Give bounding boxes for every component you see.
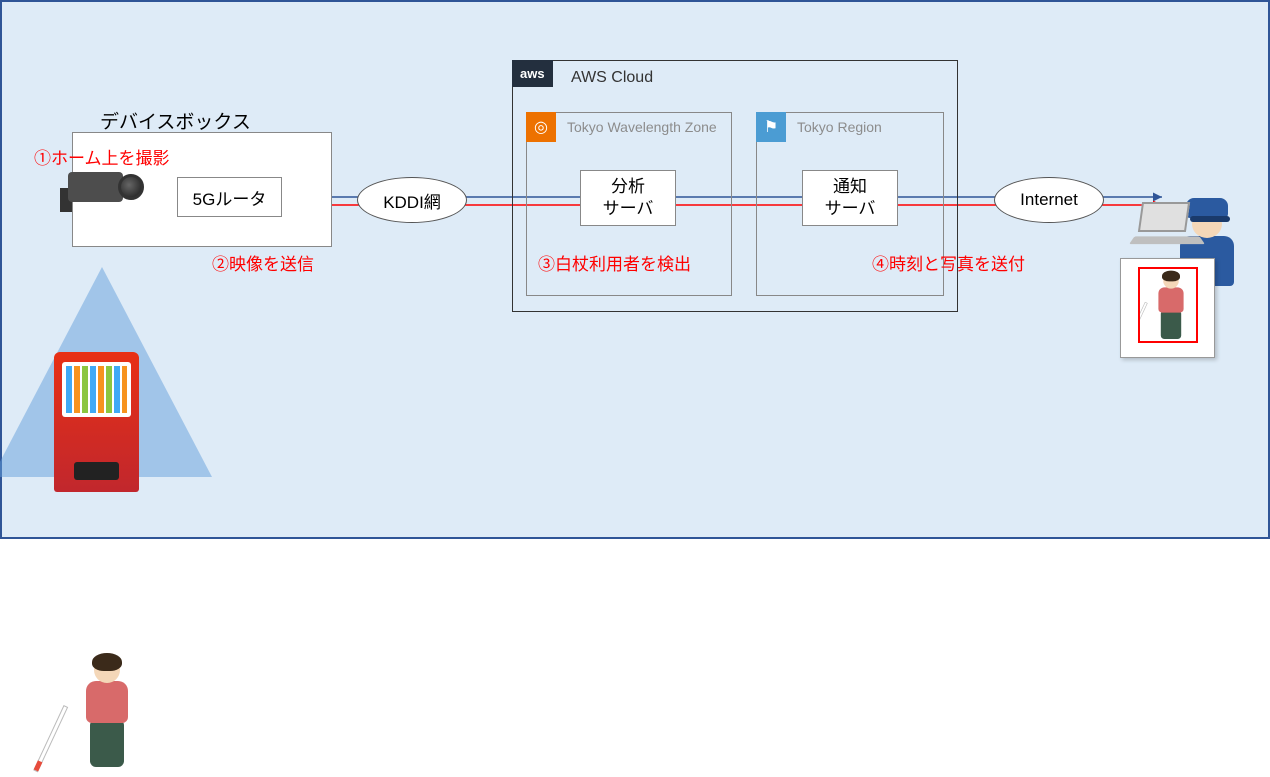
step-4-label: ④時刻と写真を送付	[872, 250, 1025, 275]
aws-logo-icon: aws	[512, 60, 553, 87]
white-cane-user-icon	[72, 657, 142, 777]
vending-machine-icon	[54, 352, 139, 492]
laptop-icon	[1132, 202, 1202, 246]
region-flag-icon: ⚑	[756, 112, 786, 142]
router-box: 5Gルータ	[177, 177, 282, 217]
device-box-title: デバイスボックス	[100, 107, 251, 134]
internet-label: Internet	[1020, 190, 1078, 210]
notify-server-l2: サーバ	[825, 198, 876, 220]
detected-person-icon	[1150, 273, 1192, 343]
router-label: 5Gルータ	[193, 185, 267, 210]
analysis-server: 分析 サーバ	[580, 170, 676, 226]
step-3-label: ③白杖利用者を検出	[538, 250, 691, 275]
camera-icon	[60, 162, 150, 212]
aws-cloud-label: AWS Cloud	[571, 69, 653, 87]
internet-ellipse: Internet	[994, 177, 1104, 223]
architecture-diagram: デバイスボックス ①ホーム上を撮影 5Gルータ ②映像を送信 KDDI網 aws…	[0, 0, 1270, 539]
notify-server-l1: 通知	[833, 176, 867, 198]
step-2-label: ②映像を送信	[212, 250, 314, 275]
detection-bbox	[1138, 267, 1198, 343]
tokyo-region-label: Tokyo Region	[797, 119, 882, 135]
kddi-label: KDDI網	[383, 188, 441, 213]
wavelength-zone-label: Tokyo Wavelength Zone	[567, 119, 717, 135]
analysis-server-l1: 分析	[611, 176, 645, 198]
kddi-network: KDDI網	[357, 177, 467, 223]
wavelength-icon: ◎	[526, 112, 556, 142]
notify-server: 通知 サーバ	[802, 170, 898, 226]
detection-photo	[1120, 258, 1215, 358]
analysis-server-l2: サーバ	[603, 198, 654, 220]
